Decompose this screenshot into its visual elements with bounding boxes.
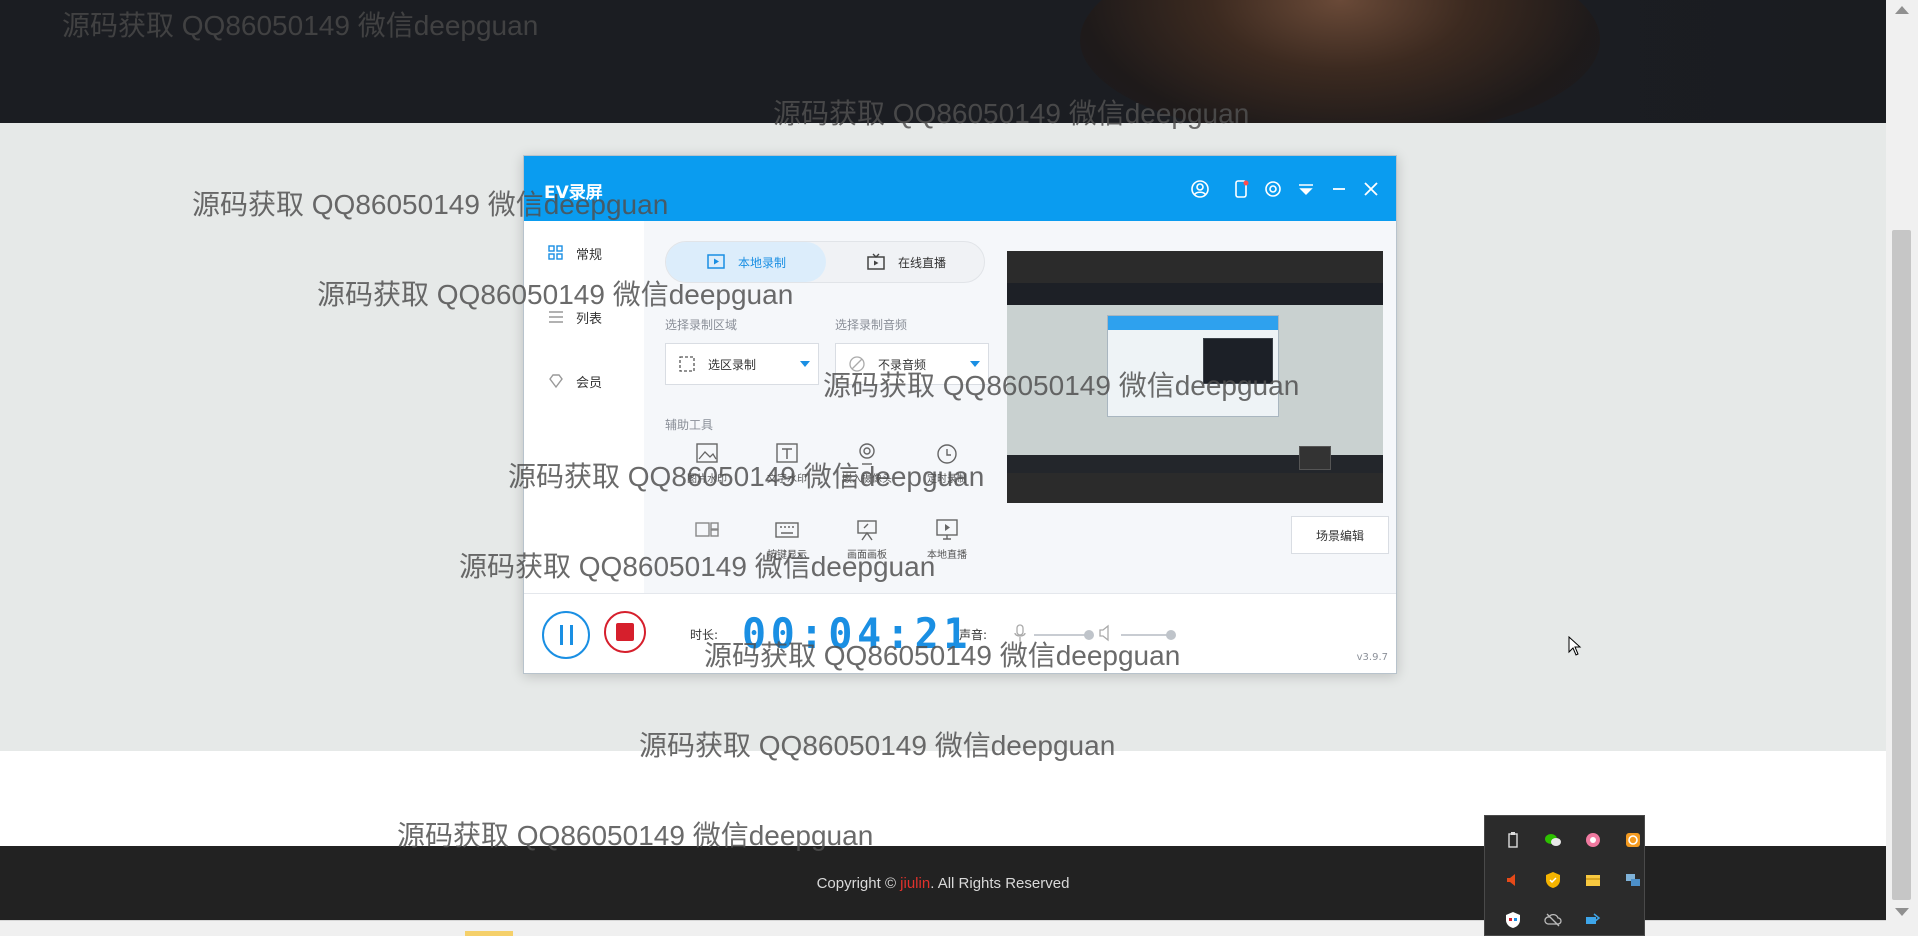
footer-brand-link[interactable]: jiulin — [900, 875, 930, 892]
ev-sidebar: 常规 列表 会员 — [524, 221, 644, 593]
scene-edit-button[interactable]: 场景编辑 — [1291, 516, 1389, 554]
tool-layout[interactable] — [672, 518, 742, 566]
shield-icon[interactable] — [1501, 908, 1525, 932]
tab-live-stream[interactable]: 在线直播 — [826, 242, 986, 282]
tool-drawing-board[interactable]: 画面画板 — [832, 518, 902, 566]
text-icon — [776, 443, 798, 463]
page-scrollbar[interactable] — [1886, 0, 1918, 936]
tab-local-record[interactable]: 本地录制 — [666, 242, 826, 282]
speaker-icon[interactable] — [1098, 624, 1114, 642]
chevron-down-icon — [970, 361, 980, 367]
hero-banner — [0, 0, 1886, 123]
sidebar-item-label: 会员 — [576, 375, 603, 391]
cloud-off-icon[interactable] — [1541, 908, 1565, 932]
hero-portrait-image — [1080, 0, 1600, 123]
mute-icon — [849, 356, 865, 372]
user-icon[interactable] — [1189, 178, 1211, 200]
close-icon[interactable] — [1360, 178, 1382, 200]
ev-app-title: EV录屏 — [544, 183, 603, 203]
sidebar-item-label: 列表 — [576, 311, 603, 327]
sidebar-item-member[interactable]: 会员 — [548, 369, 602, 393]
ev-control-bar: 时长: 00:04:21 声音: v3.9.7 — [524, 593, 1396, 673]
sidebar-item-general[interactable]: 常规 — [548, 241, 602, 265]
app-icon[interactable] — [1581, 828, 1605, 852]
tool-text-watermark[interactable]: 文字水印 — [752, 442, 822, 490]
preview-thumbnail — [1107, 315, 1279, 417]
tool-image-watermark[interactable]: 图片水印 — [672, 442, 742, 490]
tool-local-live[interactable]: 本地直播 — [912, 518, 982, 566]
keyboard-icon — [775, 522, 799, 538]
sidebar-item-label: 常规 — [576, 247, 603, 263]
chevron-down-icon — [800, 361, 810, 367]
mic-volume-slider[interactable] — [1034, 630, 1094, 640]
record-icon — [707, 254, 725, 269]
tools-label: 辅助工具 — [665, 418, 714, 432]
copyright-prefix: Copyright © — [816, 874, 896, 892]
volume-label: 声音: — [959, 628, 988, 642]
image-icon — [696, 443, 718, 463]
network-icon[interactable] — [1621, 868, 1645, 892]
mouse-cursor-icon — [1568, 636, 1582, 656]
grid-icon — [548, 245, 563, 260]
speaker-volume-slider[interactable] — [1121, 630, 1176, 640]
bluetooth-icon[interactable] — [1581, 908, 1605, 932]
system-tray-overflow — [1484, 815, 1645, 936]
tool-key-display[interactable]: 按键显示 — [752, 518, 822, 566]
wechat-icon[interactable] — [1541, 828, 1565, 852]
easel-icon — [857, 520, 877, 541]
recording-preview — [1007, 251, 1383, 503]
tool-embed-camera[interactable]: 嵌入摄像头 — [832, 442, 902, 490]
list-icon — [549, 311, 563, 323]
scroll-up-icon[interactable] — [1895, 6, 1909, 14]
usb-icon[interactable] — [1501, 828, 1525, 852]
screen: Copyright © jiulin . All Rights Reserved… — [0, 0, 1918, 936]
sidebar-item-list[interactable]: 列表 — [548, 305, 602, 329]
settings-icon[interactable] — [1262, 178, 1284, 200]
layout-icon — [695, 522, 719, 537]
orange-app-icon[interactable] — [1621, 828, 1645, 852]
tool-timed-record[interactable]: 定时录制 — [912, 442, 982, 490]
region-select[interactable]: 选区录制 — [665, 343, 819, 385]
scrollbar-thumb[interactable] — [1892, 230, 1911, 900]
copyright-suffix: . All Rights Reserved — [930, 874, 1070, 892]
ev-recorder-window: EV录屏 常规 列表 会员 本地录制 在线直播 选择录制区域 选择录制音频 选区… — [523, 155, 1397, 674]
dropdown-icon[interactable] — [1295, 178, 1317, 200]
region-icon — [679, 356, 695, 372]
phone-icon[interactable] — [1230, 178, 1252, 200]
security-icon[interactable] — [1541, 868, 1565, 892]
stop-button[interactable] — [604, 611, 646, 653]
microphone-icon[interactable] — [1012, 624, 1028, 642]
clock-icon — [937, 444, 957, 464]
volume-icon[interactable] — [1501, 868, 1525, 892]
recording-timer: 00:04:21 — [742, 609, 973, 658]
camera-icon — [859, 443, 875, 465]
live-icon — [867, 253, 885, 270]
scroll-down-icon[interactable] — [1895, 908, 1909, 916]
region-label: 选择录制区域 — [665, 318, 738, 332]
ev-title-bar[interactable]: EV录屏 — [524, 156, 1396, 221]
pause-button[interactable] — [542, 611, 590, 659]
record-mode-tabs: 本地录制 在线直播 — [665, 241, 985, 283]
version-label: v3.9.7 — [1356, 652, 1388, 663]
diamond-icon — [549, 374, 563, 389]
audio-label: 选择录制音频 — [835, 318, 908, 332]
duration-label: 时长: — [690, 628, 719, 642]
folder-icon[interactable] — [1581, 868, 1605, 892]
minimize-icon[interactable] — [1328, 178, 1350, 200]
audio-select[interactable]: 不录音频 — [835, 343, 989, 385]
screen-play-icon — [936, 519, 958, 540]
